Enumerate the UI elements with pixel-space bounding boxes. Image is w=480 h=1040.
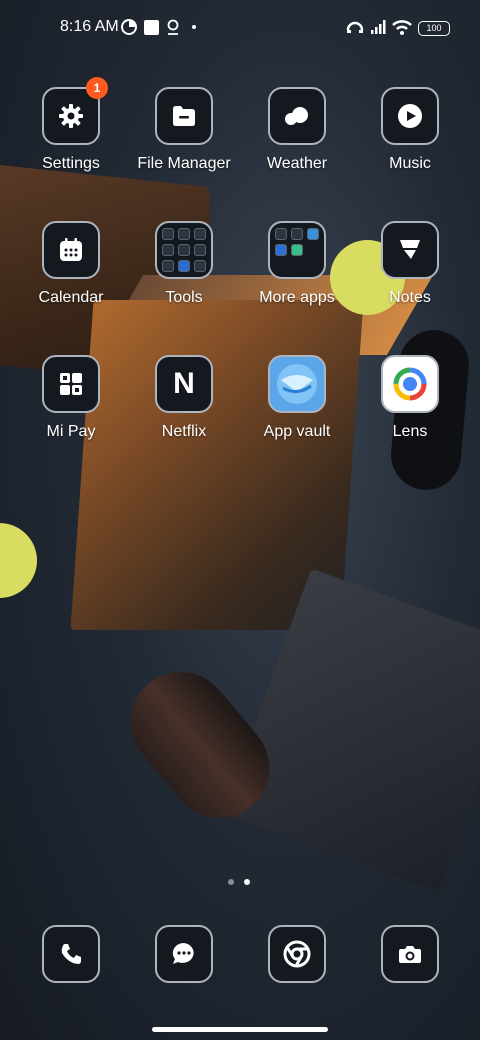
mini-app-icon (178, 244, 190, 256)
mi-pay-icon-box[interactable] (42, 355, 100, 413)
app-label: Settings (42, 155, 100, 172)
app-calendar[interactable]: Calendar (16, 221, 126, 307)
mini-app-icon (162, 244, 174, 256)
app-vault-icon (277, 364, 317, 404)
camera-icon-box[interactable] (381, 925, 439, 983)
mini-app-icon (194, 228, 206, 240)
app-netflix[interactable]: N Netflix (129, 355, 239, 441)
lens-icon (393, 367, 427, 401)
location-icon (165, 18, 181, 36)
notification-badge: 1 (86, 77, 108, 99)
cloud-icon (285, 107, 308, 125)
app-label: Notes (389, 289, 431, 306)
app-music[interactable]: Music (355, 87, 465, 173)
app-label: App vault (263, 423, 331, 440)
status-bar: 8:16 AM 100 (0, 0, 480, 56)
app-label: Calendar (38, 289, 104, 306)
notes-pen-icon (400, 240, 420, 259)
notes-icon-box[interactable] (381, 221, 439, 279)
app-label: More apps (259, 289, 335, 306)
file-manager-icon-box[interactable] (155, 87, 213, 145)
phone-icon (61, 944, 81, 964)
mini-app-icon (194, 244, 206, 256)
netflix-logo-icon: N (173, 367, 195, 400)
tools-folder-box[interactable] (155, 221, 213, 279)
mini-app-icon (178, 228, 190, 240)
folder-icon (173, 106, 195, 126)
folder-more-apps[interactable]: More apps (242, 221, 352, 307)
mi-pay-icon (60, 373, 82, 395)
app-notes[interactable]: Notes (355, 221, 465, 307)
calendar-icon-box[interactable] (42, 221, 100, 279)
camera-icon (399, 946, 421, 963)
music-icon-box[interactable] (381, 87, 439, 145)
clock: 8:16 AM (60, 18, 119, 35)
app-label: File Manager (137, 155, 231, 172)
app-label: Music (389, 155, 431, 172)
app-app-vault[interactable]: App vault (242, 355, 352, 441)
folder-preview-grid (275, 228, 319, 272)
app-label: Netflix (161, 423, 207, 440)
notification-square-icon (143, 18, 159, 36)
signal-icon (369, 18, 387, 36)
home-gesture-bar[interactable] (152, 1027, 328, 1032)
dock-phone[interactable] (40, 925, 102, 983)
wifi-icon (392, 18, 412, 36)
play-icon (398, 104, 422, 128)
dock-camera[interactable] (379, 925, 441, 983)
app-settings[interactable]: 1 Settings (16, 77, 126, 173)
app-weather[interactable]: Weather (242, 87, 352, 173)
mini-app-icon (194, 260, 206, 272)
page-indicator (228, 879, 250, 885)
mini-app-icon (162, 228, 174, 240)
calendar-icon (60, 238, 82, 261)
dock-chrome[interactable] (266, 925, 328, 983)
page-dot[interactable] (228, 879, 234, 885)
app-label: Weather (266, 155, 328, 172)
app-mi-pay[interactable]: Mi Pay (16, 355, 126, 441)
mini-app-icon (291, 244, 303, 256)
mini-app-icon (275, 244, 287, 256)
mini-app-icon (307, 228, 319, 240)
gear-icon (59, 104, 83, 128)
folder-preview-grid (162, 228, 206, 272)
app-label: Mi Pay (46, 423, 96, 440)
wallpaper-yellow-dot-left (0, 523, 37, 598)
folder-tools[interactable]: Tools (129, 221, 239, 307)
hotspot-icon (344, 18, 366, 36)
app-lens[interactable]: Lens (355, 355, 465, 441)
dock-messages[interactable] (153, 925, 215, 983)
phone-icon-box[interactable] (42, 925, 100, 983)
settings-icon-box[interactable]: 1 (42, 77, 108, 145)
netflix-icon-box[interactable]: N (155, 355, 213, 413)
app-vault-icon-box[interactable] (268, 355, 326, 413)
message-bubble-icon (172, 942, 194, 964)
battery-indicator: 100 (418, 21, 450, 36)
mini-app-icon (291, 228, 303, 240)
app-label: Tools (165, 289, 203, 306)
lens-icon-box[interactable] (381, 355, 439, 413)
page-dot-active[interactable] (244, 879, 250, 885)
mini-app-icon (275, 228, 287, 240)
app-label: Lens (392, 423, 428, 440)
messages-icon-box[interactable] (155, 925, 213, 983)
more-apps-folder-box[interactable] (268, 221, 326, 279)
more-notifications-dot-icon (190, 18, 198, 36)
data-saver-icon (120, 18, 138, 36)
app-file-manager[interactable]: File Manager (129, 87, 239, 173)
weather-icon-box[interactable] (268, 87, 326, 145)
chrome-icon (283, 940, 311, 968)
chrome-icon-box[interactable] (268, 925, 326, 983)
mini-app-icon (162, 260, 174, 272)
mini-app-icon (178, 260, 190, 272)
